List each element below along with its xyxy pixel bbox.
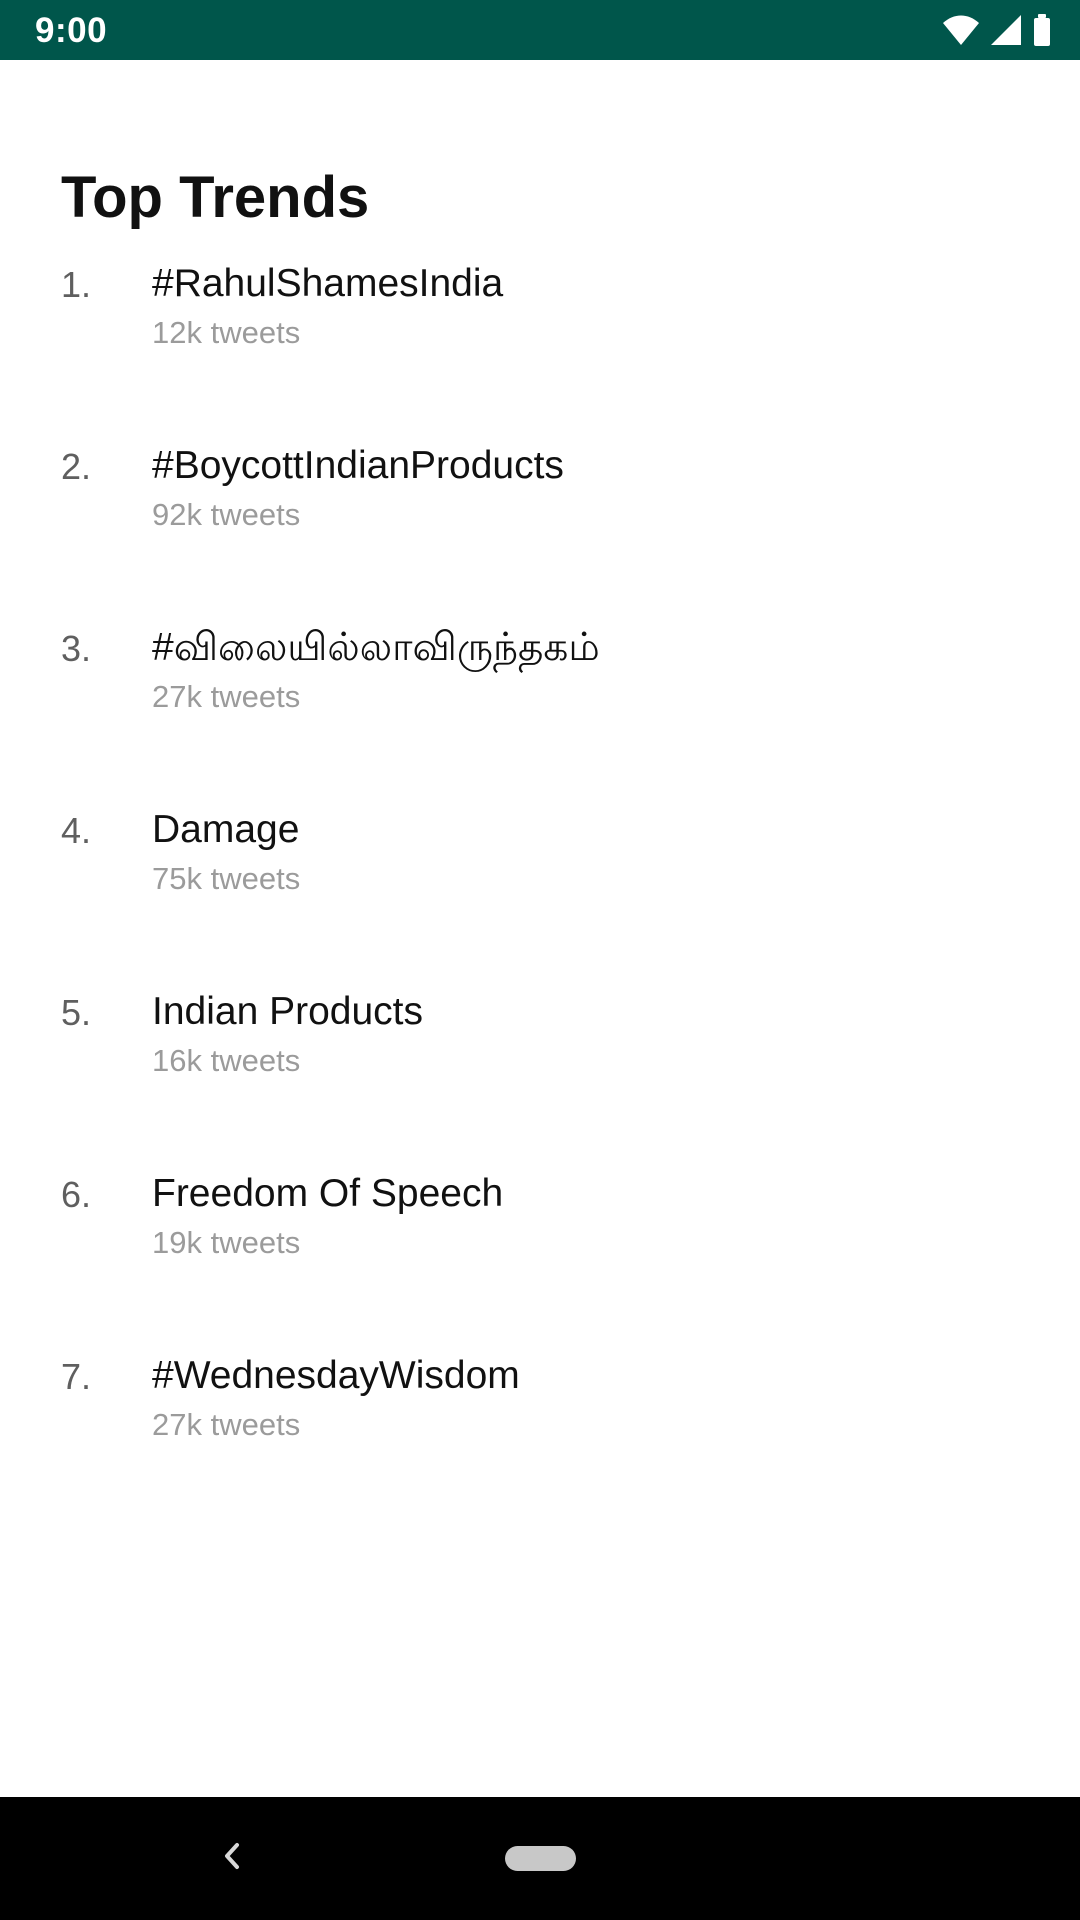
trend-list-item[interactable]: 2. #BoycottIndianProducts 92k tweets <box>0 444 1080 631</box>
trend-rank: 2. <box>61 446 92 487</box>
trend-tweet-count: 92k tweets <box>152 497 301 532</box>
trend-name: #RahulShamesIndia <box>152 262 504 305</box>
trend-rank: 1. <box>61 264 92 305</box>
trend-tweet-count: 27k tweets <box>152 1407 301 1442</box>
trend-list-item[interactable]: 4. Damage 75k tweets <box>0 808 1080 995</box>
trend-rank: 6. <box>61 1174 92 1215</box>
page-title: Top Trends <box>61 164 370 230</box>
trend-list-item[interactable]: 5. Indian Products 16k tweets <box>0 990 1080 1177</box>
trend-name: #விலையில்லாவிருந்தகம் <box>152 626 600 669</box>
trend-list: 1. #RahulShamesIndia 12k tweets 2. #Boyc… <box>0 262 1080 1541</box>
back-icon <box>225 1843 239 1869</box>
wifi-icon <box>943 15 979 45</box>
trend-tweet-count: 12k tweets <box>152 315 301 350</box>
trend-rank: 4. <box>61 810 92 851</box>
trend-name: Freedom Of Speech <box>152 1172 504 1215</box>
trend-tweet-count: 16k tweets <box>152 1043 301 1078</box>
trend-tweet-count: 19k tweets <box>152 1225 301 1260</box>
status-bar: 9:00 <box>0 0 1080 60</box>
trend-list-item[interactable]: 6. Freedom Of Speech 19k tweets <box>0 1172 1080 1359</box>
battery-icon <box>1034 14 1050 46</box>
trend-list-item[interactable]: 3. #விலையில்லாவிருந்தகம் 27k tweets <box>0 626 1080 813</box>
navigation-bar <box>0 1797 1080 1920</box>
main-content: Top Trends 1. #RahulShamesIndia 12k twee… <box>0 60 1080 1797</box>
trend-name: Damage <box>152 808 300 851</box>
cellular-signal-icon <box>991 15 1021 45</box>
trend-list-item[interactable]: 7. #WednesdayWisdom 27k tweets <box>0 1354 1080 1541</box>
back-button[interactable] <box>212 1835 254 1877</box>
trend-tweet-count: 27k tweets <box>152 679 301 714</box>
trend-rank: 3. <box>61 628 92 669</box>
trend-rank: 5. <box>61 992 92 1033</box>
trend-name: Indian Products <box>152 990 424 1033</box>
status-icons <box>942 14 1052 46</box>
home-pill-icon[interactable] <box>505 1846 576 1871</box>
trend-list-item[interactable]: 1. #RahulShamesIndia 12k tweets <box>0 262 1080 449</box>
trend-name: #WednesdayWisdom <box>152 1354 520 1397</box>
status-time: 9:00 <box>35 11 108 50</box>
trend-rank: 7. <box>61 1356 92 1397</box>
trend-name: #BoycottIndianProducts <box>152 444 564 487</box>
trend-tweet-count: 75k tweets <box>152 861 301 896</box>
